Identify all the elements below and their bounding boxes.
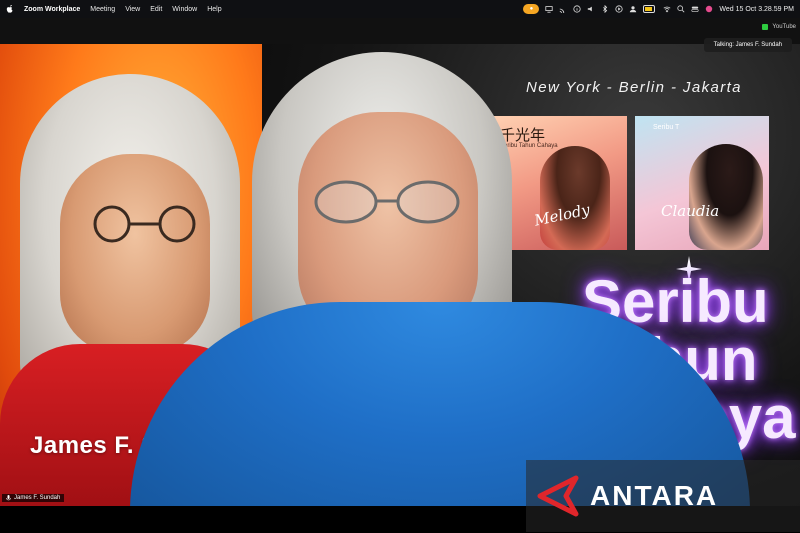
info-icon[interactable]	[573, 5, 582, 13]
zoom-mic-icon[interactable]: ●	[523, 4, 540, 14]
participant-name-tag: James F. Sundah	[2, 494, 65, 502]
battery-icon[interactable]	[643, 5, 657, 13]
speaker-glasses	[314, 180, 460, 224]
talking-indicator: Talking: James F. Sundah	[703, 38, 792, 52]
antara-logo-icon	[537, 475, 579, 517]
menu-edit[interactable]: Edit	[150, 6, 162, 13]
search-icon[interactable]	[677, 5, 685, 13]
foreground-speaker	[130, 52, 750, 506]
live-stream-indicator[interactable]: YouTube	[762, 24, 796, 30]
participant-name: James F. Sundah	[14, 495, 61, 501]
menu-help[interactable]: Help	[207, 6, 221, 13]
watermark-text: ANTARA	[590, 480, 719, 511]
live-signal-icon	[762, 24, 769, 30]
apple-icon[interactable]	[6, 5, 14, 13]
microphone-icon	[6, 495, 11, 501]
menu-meeting[interactable]: Meeting	[90, 6, 115, 13]
volume-icon[interactable]	[587, 5, 595, 13]
live-stream-label: YouTube	[772, 24, 796, 30]
status-area: ● Wed 15 Oct 3.28.59 PM	[523, 0, 794, 18]
wifi-icon[interactable]	[663, 5, 671, 13]
macos-menu-bar: Zoom Workplace Meeting View Edit Window …	[0, 0, 800, 18]
screen-mirror-icon[interactable]	[545, 5, 554, 13]
app-name-menu[interactable]: Zoom Workplace	[24, 6, 80, 13]
control-center-icon[interactable]	[691, 5, 699, 13]
menu-window[interactable]: Window	[172, 6, 197, 13]
play-icon[interactable]	[615, 5, 624, 13]
bluetooth-icon[interactable]	[601, 5, 609, 13]
antara-watermark: ANTARA	[526, 460, 800, 532]
speaker-video[interactable]: James F. Su New York - Berlin - Jakarta …	[0, 44, 800, 506]
menu-view[interactable]: View	[125, 6, 140, 13]
zoom-top-strip: YouTube	[0, 18, 800, 44]
cast-icon[interactable]	[559, 5, 567, 13]
siri-icon[interactable]	[705, 5, 713, 13]
user-icon[interactable]	[629, 5, 637, 13]
menu-bar-clock[interactable]: Wed 15 Oct 3.28.59 PM	[719, 6, 794, 13]
